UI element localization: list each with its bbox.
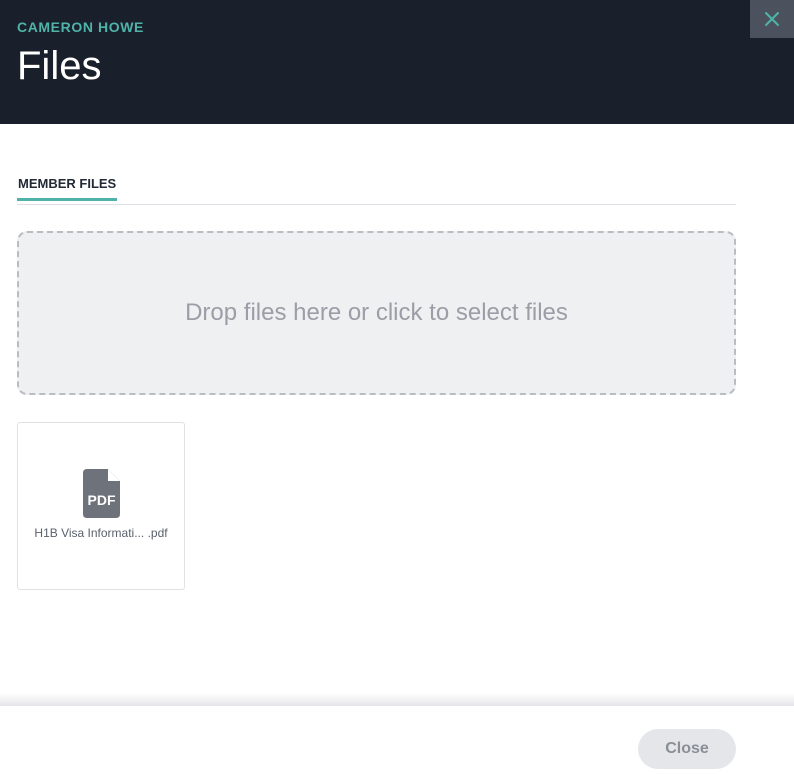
file-card[interactable]: PDF H1B Visa Informati... .pdf [17, 422, 185, 590]
modal-footer: Close [0, 705, 794, 774]
page-title: Files [17, 44, 102, 88]
member-name: CAMERON HOWE [17, 19, 144, 35]
footer-divider [0, 693, 794, 705]
files-modal: CAMERON HOWE Files MEMBER FILES Drop fil… [0, 0, 794, 774]
tab-bar: MEMBER FILES [17, 165, 736, 205]
tab-member-files[interactable]: MEMBER FILES [17, 165, 118, 201]
file-name: H1B Visa Informati... .pdf [34, 526, 168, 540]
pdf-icon-label: PDF [88, 492, 116, 508]
file-dropzone[interactable]: Drop files here or click to select files [17, 231, 736, 395]
close-icon [765, 12, 779, 26]
close-button[interactable]: Close [638, 729, 736, 769]
dropzone-text: Drop files here or click to select files [185, 299, 568, 326]
close-modal-button[interactable] [750, 0, 794, 38]
pdf-file-icon: PDF [83, 469, 120, 518]
modal-header: CAMERON HOWE Files [0, 0, 794, 124]
